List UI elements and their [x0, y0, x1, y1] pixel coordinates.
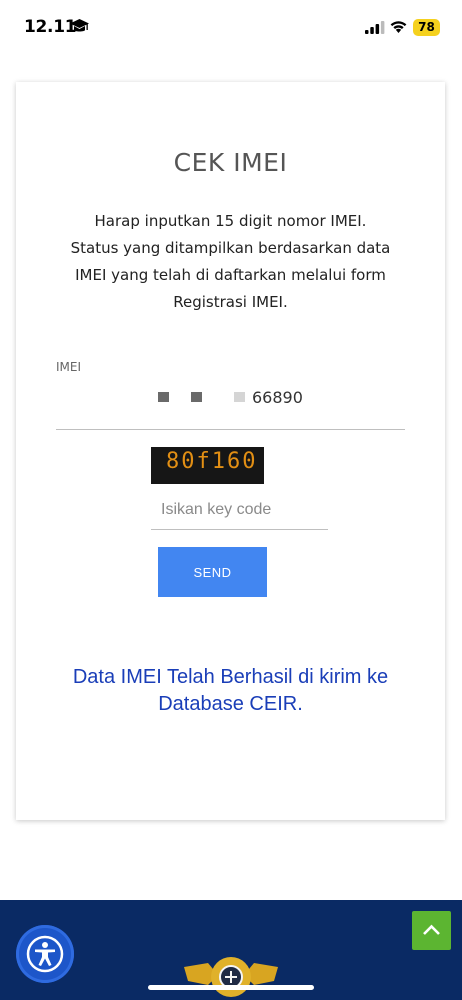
- keycode-input[interactable]: [151, 490, 328, 530]
- redaction-mark: [191, 392, 202, 402]
- battery-icon: 78: [413, 19, 440, 36]
- description-line: IMEI yang telah di daftarkan melalui for…: [75, 266, 386, 284]
- chevron-up-icon: [423, 924, 440, 935]
- description-line: Status yang ditampilkan berdasarkan data: [70, 239, 391, 257]
- imei-label: IMEI: [56, 360, 82, 374]
- status-time: 12.11: [24, 17, 77, 37]
- result-message: Data IMEI Telah Berhasil di kirim ke Dat…: [36, 664, 425, 718]
- scroll-to-top-button[interactable]: [412, 911, 451, 950]
- accessibility-button[interactable]: [16, 925, 74, 983]
- customs-emblem-logo: [184, 957, 278, 997]
- redaction-mark: [234, 392, 245, 402]
- page-title: CEK IMEI: [173, 148, 288, 177]
- description-line: Registrasi IMEI.: [173, 293, 288, 311]
- imei-value: 66890: [252, 388, 303, 407]
- redaction-mark: [158, 392, 169, 402]
- status-bar: 12.11 78: [0, 0, 462, 56]
- captcha-image: 80f160: [151, 447, 264, 484]
- accessibility-icon: [26, 935, 64, 973]
- result-line: Database CEIR.: [158, 693, 303, 715]
- description: Harap inputkan 15 digit nomor IMEI. Stat…: [56, 208, 405, 316]
- send-button[interactable]: SEND: [158, 547, 267, 597]
- home-indicator[interactable]: [148, 985, 314, 990]
- cellular-signal-icon: [365, 21, 385, 34]
- description-line: Harap inputkan 15 digit nomor IMEI.: [94, 212, 367, 230]
- result-line: Data IMEI Telah Berhasil di kirim ke: [72, 666, 389, 688]
- imei-check-card: CEK IMEI Harap inputkan 15 digit nomor I…: [16, 82, 445, 820]
- captcha-code: 80f160: [166, 449, 258, 474]
- graduation-cap-icon: [70, 19, 89, 32]
- wifi-icon: [390, 21, 407, 33]
- imei-input[interactable]: 66890: [56, 382, 405, 430]
